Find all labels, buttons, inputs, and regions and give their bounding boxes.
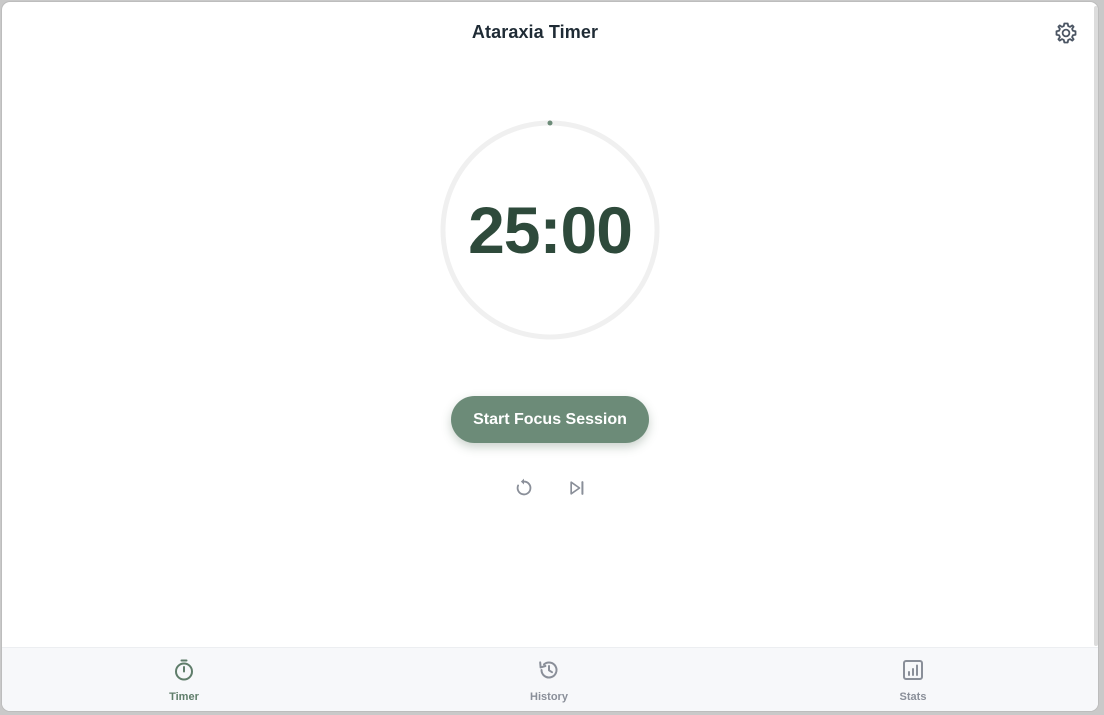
app-window: Ataraxia Timer 25:00 Start Focus Session (2, 2, 1098, 711)
gear-icon (1055, 22, 1077, 44)
stopwatch-icon (175, 659, 193, 681)
nav-item-history[interactable]: History (489, 648, 609, 711)
app-title: Ataraxia Timer (471, 22, 599, 42)
nav-label-timer: Timer (169, 691, 199, 703)
timer-display: 25:00 (468, 193, 633, 267)
scrollbar[interactable] (1094, 6, 1098, 646)
reset-button[interactable] (510, 474, 538, 502)
app-header: Ataraxia Timer (2, 2, 1098, 64)
bottom-nav: Timer History Stats (2, 647, 1098, 711)
nav-item-stats[interactable]: Stats (853, 648, 973, 711)
reset-icon (516, 478, 532, 496)
history-icon (539, 661, 558, 679)
settings-button[interactable] (1052, 19, 1080, 47)
bar-chart-icon (903, 660, 923, 680)
nav-item-timer[interactable]: Timer (124, 648, 244, 711)
start-focus-session-button[interactable]: Start Focus Session (451, 396, 649, 443)
timer-ring: 25:00 (439, 119, 661, 341)
skip-next-icon (570, 481, 584, 495)
skip-button[interactable] (563, 474, 591, 502)
nav-label-history: History (530, 691, 568, 703)
nav-label-stats: Stats (899, 691, 927, 703)
